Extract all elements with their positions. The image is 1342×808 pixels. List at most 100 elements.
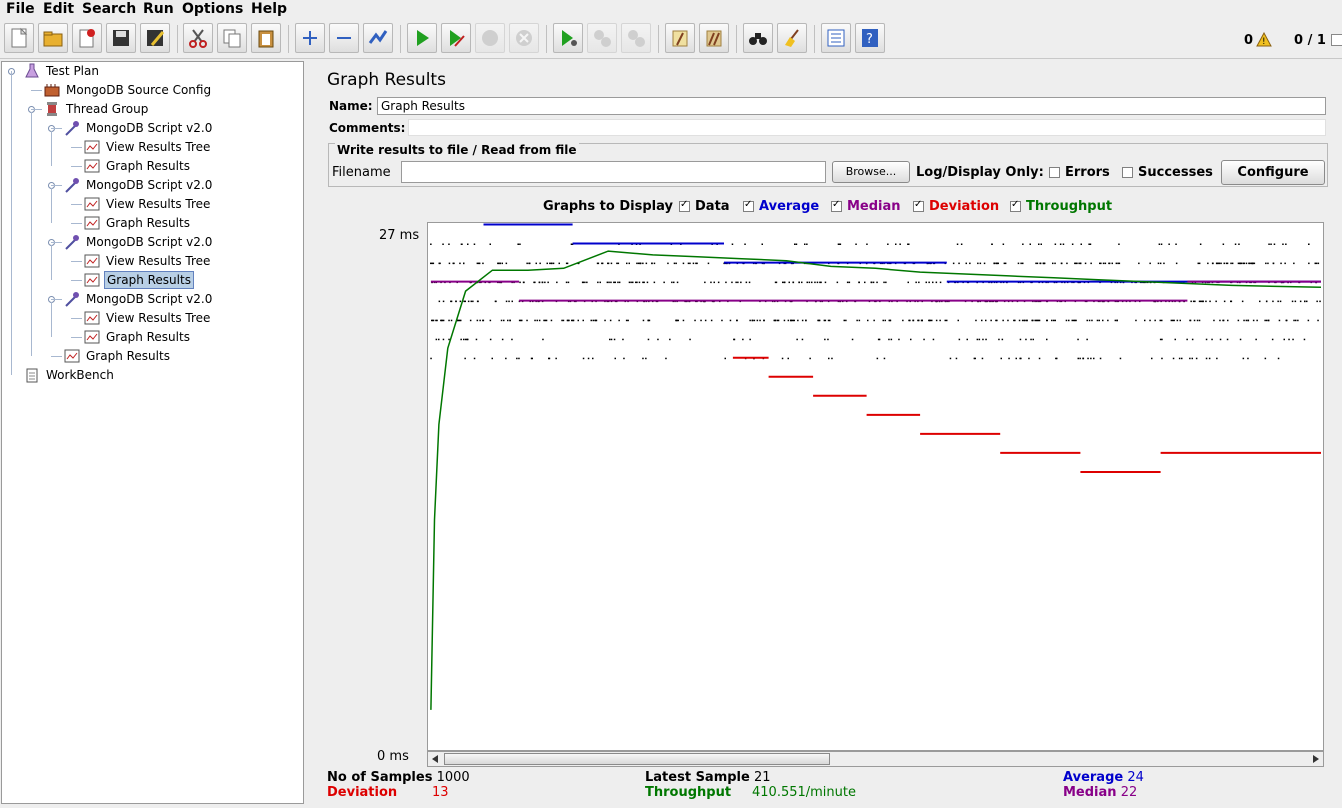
data-point (614, 357, 616, 360)
new-file-icon (11, 27, 28, 48)
data-point (509, 319, 511, 322)
tree-node-label: View Results Tree (106, 254, 211, 268)
copy-button[interactable] (217, 23, 247, 53)
average-checkbox[interactable] (743, 199, 754, 212)
comments-field[interactable] (408, 119, 1326, 136)
data-point (1293, 319, 1295, 322)
data-point (545, 319, 548, 322)
data-point (599, 281, 601, 284)
function-helper-button[interactable] (821, 23, 851, 53)
menu-options[interactable]: Options (182, 1, 243, 17)
data-point (1219, 338, 1222, 341)
data-point (1170, 319, 1173, 322)
data-point (1038, 243, 1040, 245)
stop-button[interactable] (475, 23, 505, 53)
remote-start-icon (562, 30, 577, 46)
data-point (795, 243, 798, 245)
remote-stop-button[interactable] (587, 23, 617, 53)
menu-run[interactable]: Run (143, 1, 174, 17)
successes-checkbox[interactable] (1122, 167, 1133, 178)
data-point (1213, 319, 1215, 322)
open-button[interactable] (38, 23, 68, 53)
help-button[interactable]: ? (855, 23, 885, 53)
data-point (618, 281, 621, 284)
data-checkbox[interactable] (679, 199, 690, 212)
data-point (798, 281, 800, 284)
data-point (1259, 300, 1261, 303)
data-point (915, 281, 917, 284)
errors-checkbox[interactable] (1049, 167, 1060, 178)
data-point (791, 319, 793, 322)
data-point (1280, 262, 1282, 265)
data-point (645, 357, 647, 360)
data-point (1299, 300, 1302, 303)
deviation-checkbox[interactable] (913, 199, 924, 212)
save-button[interactable] (106, 23, 136, 53)
data-point (542, 338, 544, 341)
data-point (1004, 262, 1007, 265)
tree-node-label: MongoDB Script v2.0 (86, 178, 213, 192)
data-point (466, 338, 468, 341)
data-point (505, 262, 508, 265)
clear-all-button[interactable] (699, 23, 729, 53)
deviation-stat-value: 13 (432, 785, 449, 800)
menu-edit[interactable]: Edit (43, 1, 74, 17)
filename-field[interactable] (401, 161, 826, 183)
data-point (567, 281, 570, 284)
data-point (1191, 357, 1193, 360)
save-as-button[interactable] (140, 23, 170, 53)
data-point (491, 357, 493, 360)
data-point (736, 319, 738, 322)
data-point (476, 319, 479, 322)
tree-node-label: View Results Tree (106, 311, 211, 325)
data-point (1220, 262, 1222, 265)
menu-help[interactable]: Help (251, 1, 287, 17)
search-button[interactable] (743, 23, 773, 53)
expand-all-button[interactable] (295, 23, 325, 53)
close-button[interactable] (72, 23, 102, 53)
reset-search-button[interactable] (777, 23, 807, 53)
data-point (609, 319, 612, 322)
toggle-button[interactable] (363, 23, 393, 53)
start-no-pauses-button[interactable] (441, 23, 471, 53)
paste-button[interactable] (251, 23, 281, 53)
throughput-checkbox[interactable] (1010, 199, 1021, 212)
latest-sample-label: Latest Sample (645, 770, 750, 785)
data-point (1023, 319, 1025, 322)
median-label: Median (847, 199, 901, 214)
scroll-right-icon[interactable] (1312, 755, 1320, 763)
median-checkbox[interactable] (831, 199, 842, 212)
configure-button[interactable]: Configure (1221, 160, 1325, 185)
data-point (907, 281, 909, 284)
browse-button[interactable]: Browse... (832, 161, 910, 183)
warning-icon[interactable]: ! (1256, 32, 1272, 47)
data-point (489, 319, 492, 322)
shutdown-button[interactable] (509, 23, 539, 53)
clear-button[interactable] (665, 23, 695, 53)
data-point (1303, 338, 1306, 341)
tree-node-label: WorkBench (46, 368, 114, 382)
data-point (845, 319, 847, 322)
name-field[interactable] (377, 97, 1326, 115)
data-point (538, 319, 541, 322)
data-point (440, 319, 443, 322)
new-button[interactable] (4, 23, 34, 53)
data-point (960, 243, 963, 245)
horizontal-scrollbar[interactable] (427, 751, 1324, 767)
remote-start-button[interactable] (553, 23, 583, 53)
data-point (1179, 319, 1181, 322)
scroll-left-icon[interactable] (431, 755, 439, 763)
menu-search[interactable]: Search (82, 1, 136, 17)
data-point (985, 319, 987, 322)
collapse-all-button[interactable] (329, 23, 359, 53)
remote-shutdown-button[interactable] (621, 23, 651, 53)
cut-button[interactable] (183, 23, 213, 53)
scroll-thumb[interactable] (444, 753, 830, 765)
data-point (539, 262, 541, 265)
start-button[interactable] (407, 23, 437, 53)
menu-file[interactable]: File (6, 1, 35, 17)
binoculars-icon (749, 33, 767, 45)
data-point (467, 243, 469, 245)
data-point (460, 243, 463, 245)
data-point (626, 262, 628, 265)
